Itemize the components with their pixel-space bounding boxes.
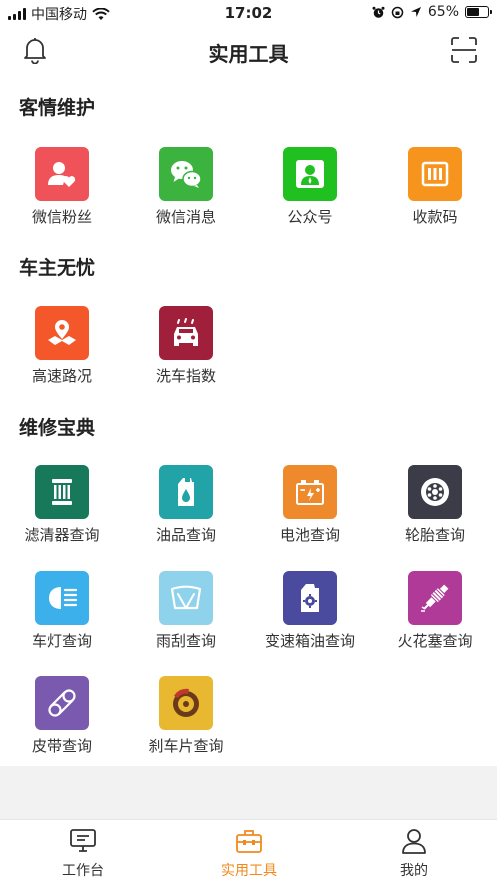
map-pin-icon (35, 306, 89, 360)
tool-wiper-query[interactable]: 雨刮查询 (124, 571, 248, 667)
tool-belt-query[interactable]: 皮带查询 (0, 676, 124, 772)
section-title-repair-guide: 维修宝典 (19, 417, 96, 439)
header: 实用工具 (0, 26, 497, 76)
tab-label: 我的 (400, 863, 428, 879)
tool-label: 高速路况 (31, 367, 92, 385)
tool-label: 微信粉丝 (31, 208, 92, 226)
tool-label: 公众号 (287, 208, 333, 226)
tool-spark-plug-query[interactable]: 火花塞查询 (373, 571, 497, 667)
tool-wechat-messages[interactable]: 微信消息 (124, 147, 248, 243)
tool-highway-traffic[interactable]: 高速路况 (0, 306, 124, 402)
tool-car-wash-index[interactable]: 洗车指数 (124, 306, 248, 402)
filter-icon (35, 465, 89, 519)
section-title-car-owner: 车主无忧 (19, 257, 96, 279)
status-bar: 中国移动 17:02 65% (0, 0, 497, 26)
oil-icon (159, 465, 213, 519)
profile-icon (402, 829, 426, 854)
wechat-icon (159, 147, 213, 201)
battery-percent: 65% (427, 4, 459, 20)
tool-label: 收款码 (412, 208, 458, 226)
rotation-lock-icon (391, 6, 404, 18)
fans-icon (35, 147, 89, 201)
tool-oil-query[interactable]: 油品查询 (124, 465, 248, 561)
tool-label: 油品查询 (155, 526, 216, 544)
tool-label: 车灯查询 (31, 632, 92, 650)
tool-label: 皮带查询 (31, 737, 92, 755)
location-icon (410, 7, 421, 17)
page-title: 实用工具 (208, 42, 289, 66)
official-account-icon (283, 147, 337, 201)
tool-label: 变速箱油查询 (264, 632, 355, 650)
tool-label: 刹车片查询 (148, 737, 224, 755)
tool-label: 轮胎查询 (404, 526, 465, 544)
gearbox-oil-icon (283, 571, 337, 625)
content-bottom-spacer (0, 766, 497, 819)
scan-icon[interactable] (451, 37, 477, 63)
wiper-icon (159, 571, 213, 625)
belt-icon (35, 676, 89, 730)
headlight-icon (35, 571, 89, 625)
tire-icon (408, 465, 462, 519)
tool-tire-query[interactable]: 轮胎查询 (373, 465, 497, 561)
status-right: 65% (372, 4, 492, 20)
tool-official-account[interactable]: 公众号 (248, 147, 372, 243)
alarm-icon (372, 6, 385, 18)
tool-brake-pad-query[interactable]: 刹车片查询 (124, 676, 248, 772)
tab-bar: 工作台 实用工具 我的 (0, 819, 497, 883)
payment-code-icon (408, 147, 462, 201)
tool-label: 电池查询 (279, 526, 340, 544)
tab-mine[interactable]: 我的 (331, 820, 497, 883)
battery-icon (465, 6, 492, 18)
tool-label: 滤清器查询 (24, 526, 100, 544)
tool-filter-query[interactable]: 滤清器查询 (0, 465, 124, 561)
spark-plug-icon (408, 571, 462, 625)
tool-battery-query[interactable]: 电池查询 (248, 465, 372, 561)
tool-headlight-query[interactable]: 车灯查询 (0, 571, 124, 667)
tool-wechat-fans[interactable]: 微信粉丝 (0, 147, 124, 243)
car-wash-icon (159, 306, 213, 360)
workbench-icon (70, 829, 96, 852)
tool-label: 雨刮查询 (155, 632, 216, 650)
toolbox-icon (236, 830, 262, 853)
battery-level (467, 8, 480, 16)
tab-tools[interactable]: 实用工具 (166, 820, 332, 883)
brake-pad-icon (159, 676, 213, 730)
tool-label: 火花塞查询 (397, 632, 473, 650)
tool-payment-code[interactable]: 收款码 (373, 147, 497, 243)
tool-label: 洗车指数 (155, 367, 216, 385)
tab-workbench[interactable]: 工作台 (0, 820, 166, 883)
tab-label: 工作台 (62, 863, 104, 879)
tool-gearbox-oil-query[interactable]: 变速箱油查询 (248, 571, 372, 667)
section-title-customer-care: 客情维护 (19, 97, 96, 119)
tab-label: 实用工具 (221, 863, 277, 879)
tool-label: 微信消息 (155, 208, 216, 226)
battery-icon (283, 465, 337, 519)
